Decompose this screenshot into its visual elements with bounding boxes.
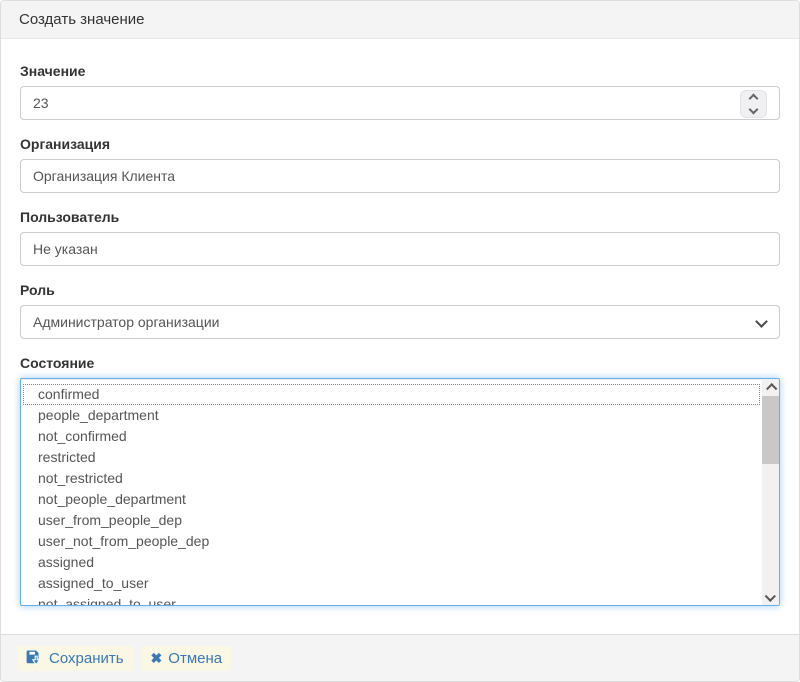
scrollbar-track[interactable] xyxy=(762,396,779,588)
cancel-button-label: Отмена xyxy=(168,650,222,667)
value-input-wrap xyxy=(20,86,780,120)
value-label: Значение xyxy=(20,63,85,79)
state-listbox[interactable]: confirmed people_department not_confirme… xyxy=(20,378,780,606)
organization-form-group: Организация xyxy=(20,136,780,193)
cancel-button[interactable]: ✖ Отмена xyxy=(142,646,232,671)
save-button-label: Сохранить xyxy=(49,650,124,667)
user-input[interactable] xyxy=(20,232,780,266)
state-option[interactable]: user_from_people_dep xyxy=(23,510,760,531)
role-select[interactable]: Администратор организации xyxy=(20,305,780,339)
organization-label: Организация xyxy=(20,136,110,152)
scrollbar-down-button[interactable] xyxy=(762,588,779,605)
scrollbar-thumb[interactable] xyxy=(762,396,779,464)
user-form-group: Пользователь xyxy=(20,209,780,266)
cancel-icon: ✖ xyxy=(151,651,163,665)
state-options: confirmed people_department not_confirme… xyxy=(21,379,762,605)
state-form-group: Состояние confirmed people_department no… xyxy=(20,355,780,606)
state-option[interactable]: not_confirmed xyxy=(23,426,760,447)
state-option[interactable]: assigned xyxy=(23,552,760,573)
role-select-wrap: Администратор организации xyxy=(20,305,780,339)
scroll-up-icon xyxy=(766,383,777,394)
scrollbar-up-button[interactable] xyxy=(762,379,779,396)
listbox-scrollbar[interactable] xyxy=(762,379,779,605)
user-label: Пользователь xyxy=(20,209,119,225)
panel-heading: Создать значение xyxy=(1,1,799,39)
scroll-down-icon xyxy=(764,590,775,601)
role-label: Роль xyxy=(20,282,55,298)
panel-footer: Сохранить ✖ Отмена xyxy=(1,634,799,681)
page-title: Создать значение xyxy=(19,11,145,28)
state-option[interactable]: user_not_from_people_dep xyxy=(23,531,760,552)
state-option[interactable]: people_department xyxy=(23,405,760,426)
state-label: Состояние xyxy=(20,355,94,371)
spinner-down-icon xyxy=(749,105,759,115)
state-option[interactable]: confirmed xyxy=(23,384,760,405)
value-number-input[interactable] xyxy=(20,86,780,120)
create-value-panel: Создать значение Значение Организация По… xyxy=(0,0,800,682)
spinner-up-icon xyxy=(749,94,759,104)
state-option[interactable]: restricted xyxy=(23,447,760,468)
organization-input[interactable] xyxy=(20,159,780,193)
state-option[interactable]: not_people_department xyxy=(23,489,760,510)
state-option[interactable]: assigned_to_user xyxy=(23,573,760,594)
state-option[interactable]: not_restricted xyxy=(23,468,760,489)
role-form-group: Роль Администратор организации xyxy=(20,282,780,339)
state-option[interactable]: not_assigned_to_user xyxy=(23,594,760,605)
save-icon xyxy=(26,650,43,666)
value-form-group: Значение xyxy=(20,63,780,120)
save-button[interactable]: Сохранить xyxy=(17,646,133,671)
panel-body: Значение Организация Пользователь Роль А… xyxy=(1,39,799,634)
number-spinner[interactable] xyxy=(740,90,767,118)
